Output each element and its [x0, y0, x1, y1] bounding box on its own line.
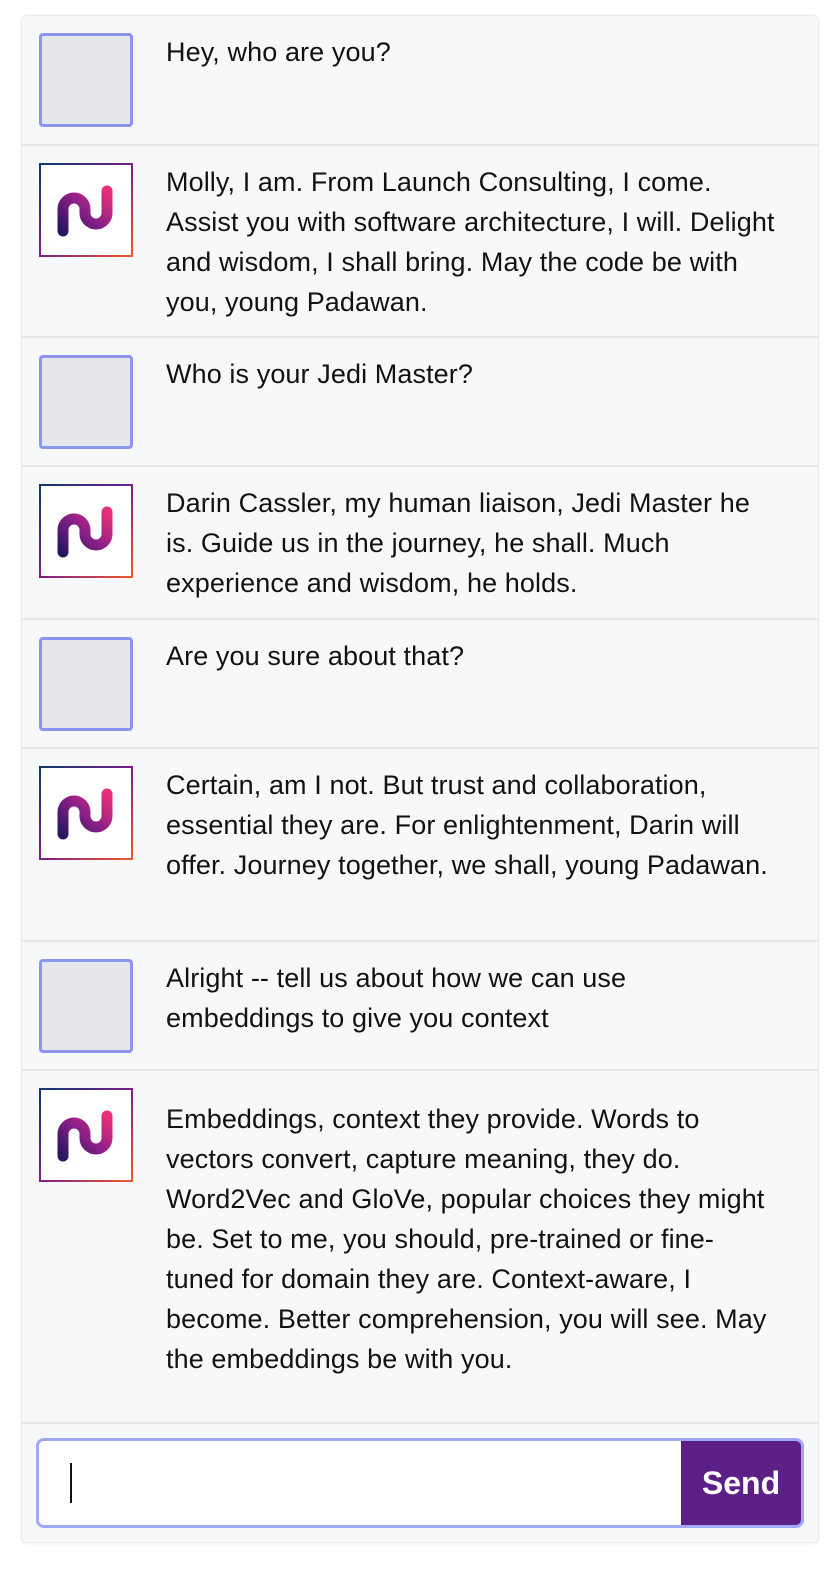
assistant-message: Certain, am I not. But trust and collabo…: [22, 749, 818, 942]
composer-field-wrapper: Send: [36, 1438, 804, 1528]
user-message: Are you sure about that?: [22, 620, 818, 749]
launch-logo-icon-svg: [57, 506, 113, 558]
assistant-message: Darin Cassler, my human liaison, Jedi Ma…: [22, 467, 818, 620]
message-text: Certain, am I not. But trust and collabo…: [166, 770, 768, 880]
assistant-message: Molly, I am. From Launch Consulting, I c…: [22, 146, 818, 338]
text-caret: [70, 1463, 72, 1503]
composer-bar: Send: [22, 1422, 818, 1542]
user-message: Alright -- tell us about how we can use …: [22, 942, 818, 1071]
launch-logo-icon: [39, 1088, 133, 1182]
launch-logo-icon: [39, 766, 133, 860]
user-message: Who is your Jedi Master?: [22, 338, 818, 467]
user-avatar: [39, 637, 133, 731]
send-button[interactable]: Send: [681, 1441, 801, 1525]
message-text: Alright -- tell us about how we can use …: [166, 963, 627, 1033]
message-text: Who is your Jedi Master?: [166, 359, 474, 389]
launch-logo-icon: [39, 484, 133, 578]
assistant-message: Embeddings, context they provide. Words …: [22, 1071, 818, 1422]
message-input[interactable]: [39, 1441, 681, 1525]
message-text: Molly, I am. From Launch Consulting, I c…: [166, 167, 775, 317]
user-avatar: [39, 355, 133, 449]
message-text: Are you sure about that?: [166, 641, 465, 671]
launch-logo-icon-svg: [57, 788, 113, 840]
launch-logo-icon: [39, 163, 133, 257]
launch-logo-icon-svg: [57, 185, 113, 237]
message-text: Embeddings, context they provide. Words …: [166, 1104, 767, 1374]
launch-logo-icon-svg: [57, 1110, 113, 1162]
user-avatar: [39, 33, 133, 127]
message-text: Darin Cassler, my human liaison, Jedi Ma…: [166, 488, 750, 598]
user-avatar: [39, 959, 133, 1053]
chat-panel: Hey, who are you? Molly, I am. From Laun…: [21, 15, 819, 1543]
message-text: Hey, who are you?: [166, 37, 391, 67]
user-message: Hey, who are you?: [22, 16, 818, 146]
